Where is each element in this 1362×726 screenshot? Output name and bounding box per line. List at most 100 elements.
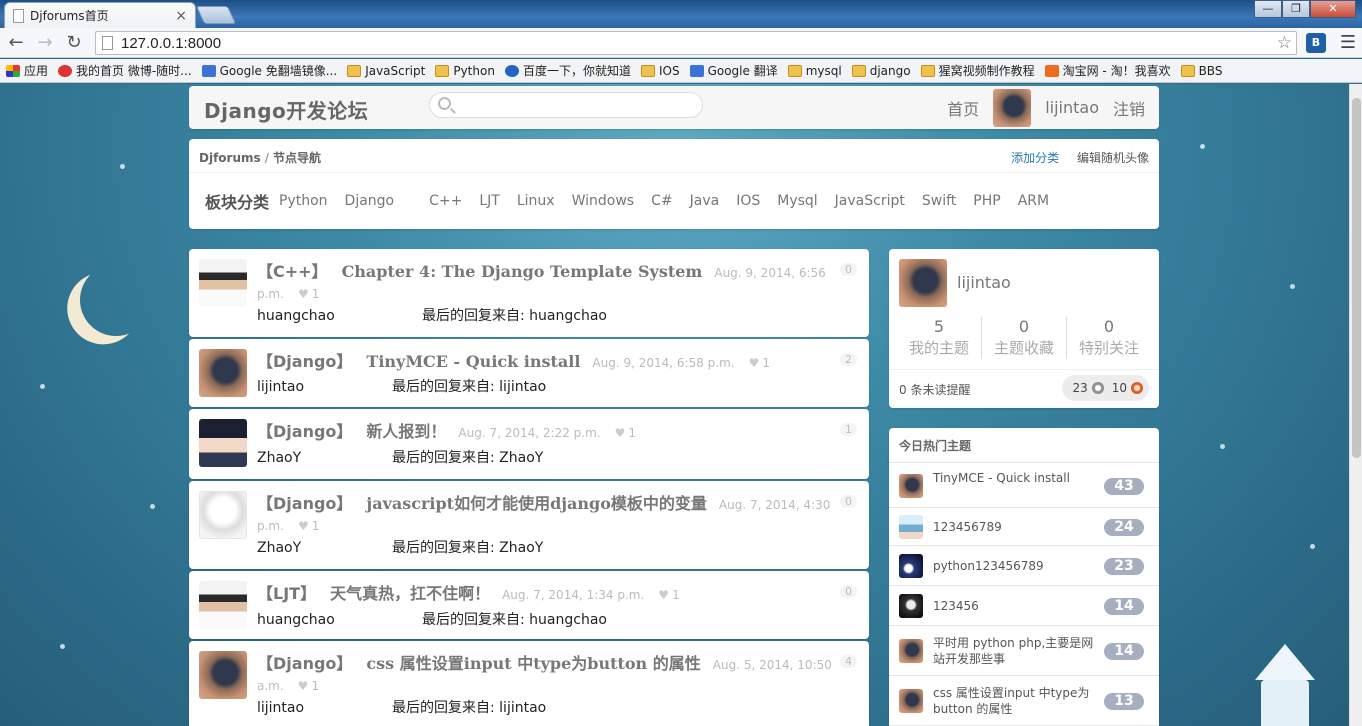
bookmark-item[interactable]: JavaScript: [347, 64, 425, 78]
topic-node[interactable]: 【Django】: [257, 494, 352, 513]
hot-topic-title[interactable]: css 属性设置input 中type为button 的属性: [933, 685, 1101, 717]
hot-topic-item[interactable]: 123456 14: [889, 586, 1159, 626]
hot-topic-avatar[interactable]: [899, 689, 923, 713]
topic-item[interactable]: 【C++】 Chapter 4: The Django Template Syst…: [189, 249, 869, 337]
author-name[interactable]: ZhaoY: [257, 450, 392, 466]
bookmark-item[interactable]: django: [851, 64, 911, 78]
author-name[interactable]: huangchao: [257, 612, 422, 628]
search-input[interactable]: [458, 95, 694, 115]
node-link[interactable]: C++: [429, 193, 462, 209]
user-avatar[interactable]: [993, 88, 1032, 127]
bookmark-item[interactable]: BBS: [1180, 64, 1222, 78]
bookmark-item[interactable]: Google 翻译: [689, 62, 778, 79]
heart-icon[interactable]: ♥: [658, 588, 669, 602]
author-name[interactable]: lijintao: [257, 379, 392, 395]
coin-balance[interactable]: 23 10: [1062, 375, 1149, 401]
node-link[interactable]: IOS: [736, 193, 760, 209]
profile-avatar[interactable]: [899, 259, 947, 307]
close-window-button[interactable]: ✕: [1310, 0, 1356, 18]
topic-title[interactable]: TinyMCE - Quick install: [366, 352, 580, 371]
tab-close-icon[interactable]: ×: [175, 8, 187, 24]
bookmark-item[interactable]: mysql: [787, 64, 842, 78]
topic-node[interactable]: 【LJT】: [257, 584, 316, 603]
home-link[interactable]: 首页: [947, 96, 979, 120]
topic-node[interactable]: 【C++】: [257, 262, 328, 281]
search-box[interactable]: [429, 92, 703, 118]
bookmark-item[interactable]: 应用: [6, 62, 48, 79]
author-avatar[interactable]: [199, 491, 247, 539]
bookmark-item[interactable]: 猩窝视频制作教程: [920, 62, 1035, 79]
hot-topic-title[interactable]: 平时用 python php,主要是网站开发那些事: [933, 635, 1101, 667]
author-avatar[interactable]: [199, 419, 247, 467]
forward-icon[interactable]: →: [32, 30, 58, 56]
hot-topic-item[interactable]: 平时用 python php,主要是网站开发那些事 14: [889, 626, 1159, 676]
bookmark-item[interactable]: Python: [435, 64, 495, 78]
author-avatar[interactable]: [199, 259, 247, 307]
node-link[interactable]: Swift: [922, 193, 956, 209]
author-avatar[interactable]: [199, 651, 247, 699]
address-bar[interactable]: 127.0.0.1:8000 ☆: [95, 31, 1297, 55]
heart-icon[interactable]: ♥: [298, 679, 309, 693]
hot-topic-item[interactable]: python123456789 23: [889, 546, 1159, 586]
heart-icon[interactable]: ♥: [749, 356, 760, 370]
stat-favorites[interactable]: 0 主题收藏: [982, 317, 1067, 359]
topic-title[interactable]: 新人报到！: [366, 422, 446, 441]
topic-item[interactable]: 【Django】 css 属性设置input 中type为button 的属性 Au…: [189, 641, 869, 726]
unread-notifications-link[interactable]: 0 条未读提醒: [899, 381, 970, 398]
url-text[interactable]: 127.0.0.1:8000: [121, 35, 1277, 52]
profile-name[interactable]: lijintao: [957, 273, 1011, 292]
hot-topic-avatar[interactable]: [899, 594, 923, 618]
page-scrollbar[interactable]: [1349, 84, 1362, 726]
hot-topic-item[interactable]: TinyMCE - Quick install 43: [889, 463, 1159, 508]
menu-icon[interactable]: ☰: [1338, 33, 1358, 53]
topic-title[interactable]: Chapter 4: The Django Template System: [342, 262, 703, 281]
hot-topic-avatar[interactable]: [899, 515, 923, 539]
node-link[interactable]: ARM: [1018, 193, 1049, 209]
add-category-link[interactable]: 添加分类: [1011, 151, 1059, 165]
node-link[interactable]: C#: [651, 193, 673, 209]
edit-avatar-link[interactable]: 编辑随机头像: [1077, 151, 1149, 165]
breadcrumb-home[interactable]: Djforums: [199, 151, 261, 165]
topic-node[interactable]: 【Django】: [257, 654, 352, 673]
bookmark-star-icon[interactable]: ☆: [1277, 33, 1296, 53]
node-link[interactable]: Windows: [572, 193, 635, 209]
heart-icon[interactable]: ♥: [298, 287, 309, 301]
extension-icon[interactable]: B: [1306, 33, 1326, 53]
back-icon[interactable]: ←: [3, 30, 29, 56]
node-link[interactable]: Java: [690, 193, 720, 209]
node-link[interactable]: PHP: [973, 193, 1000, 209]
bookmark-item[interactable]: Google 免翻墙镜像...: [201, 62, 337, 79]
hot-topic-item[interactable]: 123456789 24: [889, 508, 1159, 546]
heart-icon[interactable]: ♥: [298, 519, 309, 533]
topic-node[interactable]: 【Django】: [257, 422, 352, 441]
node-link[interactable]: Django: [345, 193, 395, 209]
logout-link[interactable]: 注销: [1113, 96, 1145, 120]
reload-icon[interactable]: ↻: [61, 30, 87, 56]
hot-topic-avatar[interactable]: [899, 639, 923, 663]
bookmark-item[interactable]: 我的首页 微博-随时...: [58, 62, 192, 79]
topic-title[interactable]: javascript如何才能使用django模板中的变量: [366, 494, 707, 513]
topic-item[interactable]: 【Django】 TinyMCE - Quick install Aug. 9, 2…: [189, 339, 869, 407]
hot-topic-avatar[interactable]: [899, 474, 923, 498]
topic-node[interactable]: 【Django】: [257, 352, 352, 371]
site-brand[interactable]: Django开发论坛: [204, 95, 368, 124]
topic-item[interactable]: 【LJT】 天气真热，扛不住啊！ Aug. 7, 2014, 1:34 p.m. ♥ 1…: [189, 571, 869, 639]
node-link[interactable]: Linux: [517, 193, 555, 209]
hot-topic-title[interactable]: python123456789: [933, 558, 1101, 574]
topic-item[interactable]: 【Django】 javascript如何才能使用django模板中的变量 Aug.…: [189, 481, 869, 569]
topic-item[interactable]: 【Django】 新人报到！ Aug. 7, 2014, 2:22 p.m. ♥ 1 Zh…: [189, 409, 869, 479]
author-name[interactable]: ZhaoY: [257, 540, 392, 556]
author-name[interactable]: lijintao: [257, 700, 392, 716]
node-link[interactable]: JavaScript: [835, 193, 905, 209]
node-link[interactable]: Mysql: [777, 193, 817, 209]
minimize-button[interactable]: —: [1254, 0, 1282, 18]
author-avatar[interactable]: [199, 581, 247, 629]
author-name[interactable]: huangchao: [257, 308, 422, 324]
hot-topic-avatar[interactable]: [899, 554, 923, 578]
bookmark-item[interactable]: 淘宝网 - 淘！我喜欢: [1044, 62, 1171, 79]
hot-topic-title[interactable]: 123456: [933, 598, 1101, 614]
hot-topic-title[interactable]: 123456789: [933, 519, 1101, 535]
author-avatar[interactable]: [199, 349, 247, 397]
bookmark-item[interactable]: 百度一下，你就知道: [504, 62, 631, 79]
browser-tab-active[interactable]: Djforums首页 ×: [4, 2, 196, 28]
